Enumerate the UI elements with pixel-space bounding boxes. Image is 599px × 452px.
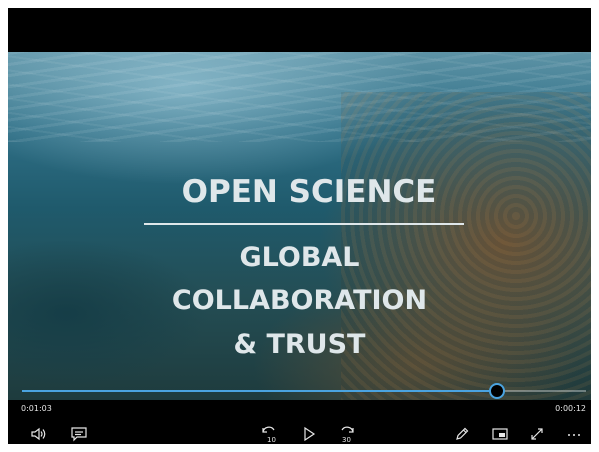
title-line-global: GLOBAL [239,242,360,273]
pencil-icon [456,427,469,440]
seek-bar[interactable] [22,383,586,399]
skip-forward-button[interactable]: 30 [336,424,358,444]
play-icon [304,426,316,442]
skip-back-seconds: 10 [267,436,276,443]
title-line-collaboration: COLLABORATION [171,285,428,316]
edit-button[interactable] [451,424,473,444]
play-button[interactable] [298,424,320,444]
skip-forward-icon: 30 [341,426,354,443]
title-line-trust: & TRUST [233,329,366,360]
video-title-overlay: OPEN SCIENCE GLOBAL COLLABORATION & TRUS… [8,52,591,400]
volume-button[interactable] [28,424,50,444]
seek-thumb[interactable] [488,383,505,399]
captions-button[interactable] [68,424,90,444]
skip-back-icon: 10 [262,426,276,443]
remaining-time: 0:00:12 [555,404,586,413]
ellipsis-icon [568,434,580,436]
elapsed-time: 0:01:03 [21,404,52,413]
mini-view-icon [492,428,508,440]
skip-back-button[interactable]: 10 [258,424,280,444]
volume-icon [31,427,46,441]
expand-icon [531,428,543,440]
skip-forward-seconds: 30 [342,436,351,443]
more-options-button[interactable] [563,424,585,444]
title-open-science: OPEN SCIENCE [181,174,437,210]
video-player[interactable]: OPEN SCIENCE GLOBAL COLLABORATION & TRUS… [8,8,591,444]
mini-view-button[interactable] [489,424,511,444]
fullscreen-button[interactable] [526,424,548,444]
title-divider [144,223,464,225]
seek-bar-played [22,390,496,392]
video-frame[interactable]: OPEN SCIENCE GLOBAL COLLABORATION & TRUS… [8,52,591,400]
captions-icon [71,427,87,442]
